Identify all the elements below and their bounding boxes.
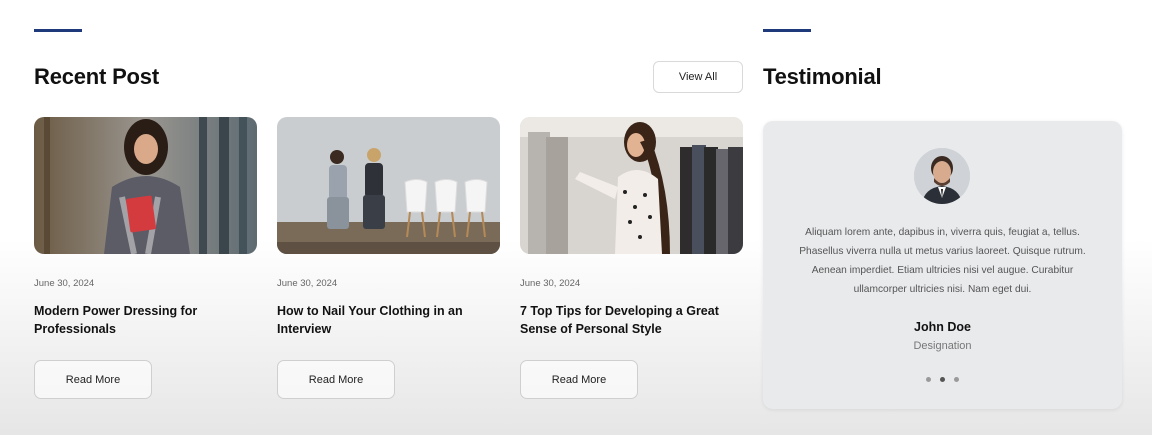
testimonial-heading: Testimonial [763, 64, 882, 89]
avatar [914, 148, 970, 204]
carousel-dot-active[interactable] [940, 377, 945, 382]
testimonial-quote: Aliquam lorem ante, dapibus in, viverra … [799, 227, 1086, 295]
post-title[interactable]: How to Nail Your Clothing in an Intervie… [277, 302, 500, 338]
testimonial-role: Designation [913, 340, 972, 352]
recent-accent-line [34, 29, 82, 32]
carousel-dots [926, 377, 959, 382]
testimonial-name: John Doe [914, 320, 971, 334]
testimonial-accent-line [763, 29, 811, 32]
post-title[interactable]: Modern Power Dressing for Professionals [34, 302, 257, 338]
post-image-personal-style[interactable] [520, 117, 743, 254]
carousel-dot[interactable] [954, 377, 959, 382]
post-image-power-dressing[interactable] [34, 117, 257, 254]
carousel-dot[interactable] [926, 377, 931, 382]
post-date: June 30, 2024 [520, 278, 581, 289]
read-more-button[interactable]: Read More [277, 360, 395, 399]
read-more-button[interactable]: Read More [520, 360, 638, 399]
post-image-interview[interactable] [277, 117, 500, 254]
post-card: June 30, 2024 7 Top Tips for Developing … [520, 117, 743, 399]
post-date: June 30, 2024 [34, 278, 95, 289]
post-date: June 30, 2024 [277, 278, 338, 289]
read-more-button[interactable]: Read More [34, 360, 152, 399]
post-card: June 30, 2024 Modern Power Dressing for … [34, 117, 257, 399]
post-card: June 30, 2024 How to Nail Your Clothing … [277, 117, 500, 399]
recent-post-heading: Recent Post [34, 64, 159, 89]
testimonial-card: Aliquam lorem ante, dapibus in, viverra … [763, 121, 1122, 409]
post-title[interactable]: 7 Top Tips for Developing a Great Sense … [520, 302, 743, 338]
view-all-button[interactable]: View All [653, 61, 743, 93]
